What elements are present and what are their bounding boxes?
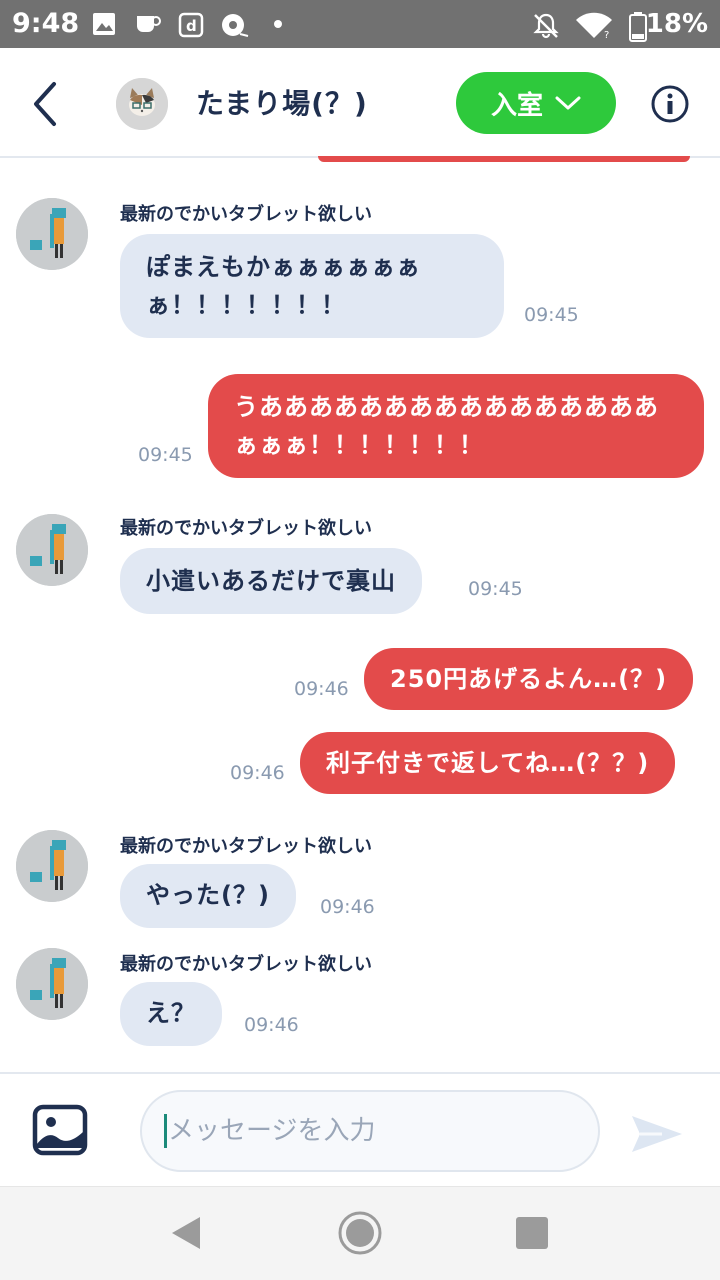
chevron-left-icon[interactable] <box>22 76 72 132</box>
send-icon[interactable] <box>628 1112 684 1156</box>
avatar[interactable] <box>16 198 88 270</box>
dot-icon <box>274 20 282 28</box>
message-bubble-outgoing[interactable]: うああああああああああああああああぁぁぁ！！！！！！！ <box>208 374 704 478</box>
nav-recents-icon[interactable] <box>516 1217 548 1249</box>
mute-bell-icon <box>533 13 559 39</box>
sender-name: 最新のでかいタブレット欲しい <box>120 518 372 539</box>
info-icon[interactable] <box>650 84 690 124</box>
avatar[interactable] <box>16 514 88 586</box>
user-avatar-icon <box>16 830 88 902</box>
message-bubble-outgoing[interactable]: 利子付きで返してね…(？？) <box>300 732 676 794</box>
sender-name: 最新のでかいタブレット欲しい <box>120 204 372 225</box>
room-title: たまり場(？) <box>196 87 368 120</box>
avatar[interactable] <box>16 948 88 1020</box>
sender-name: 最新のでかいタブレット欲しい <box>120 954 372 975</box>
message-time: 09:46 <box>294 678 349 700</box>
message-time: 09:45 <box>468 578 523 600</box>
message-bubble[interactable]: ぽまえもかぁぁぁぁぁぁぁ！！！！！！！ <box>120 234 504 338</box>
user-avatar-icon <box>16 514 88 586</box>
user-avatar-icon <box>16 948 88 1020</box>
avatar[interactable] <box>16 830 88 902</box>
message-input[interactable] <box>140 1090 600 1172</box>
svg-text:?: ? <box>604 30 609 40</box>
image-icon[interactable] <box>32 1104 88 1158</box>
room-avatar[interactable] <box>116 78 168 130</box>
enter-room-button[interactable]: 入室 <box>456 72 616 134</box>
nav-back-icon[interactable] <box>170 1215 202 1251</box>
message-bubble-outgoing[interactable]: 250円あげるよん…(？) <box>364 648 694 710</box>
record-icon <box>222 14 249 37</box>
chat-header: たまり場(？) 入室 <box>0 48 720 158</box>
text-caret <box>164 1114 167 1148</box>
status-bar: 9:48 d ? 18% <box>0 0 720 48</box>
message-time: 09:46 <box>320 896 375 918</box>
chevron-down-icon <box>555 96 581 110</box>
message-time: 09:46 <box>244 1014 299 1036</box>
d-app-icon: d <box>178 12 204 38</box>
nav-home-icon[interactable] <box>336 1209 384 1257</box>
gallery-icon <box>93 13 115 35</box>
enter-room-label: 入室 <box>490 90 543 121</box>
message-input-bar <box>0 1072 720 1186</box>
battery-percent: 18% <box>645 9 708 39</box>
previous-message-bubble-edge <box>318 156 690 162</box>
svg-text:d: d <box>186 17 197 35</box>
cup-icon <box>137 16 161 32</box>
message-time: 09:45 <box>524 304 579 326</box>
status-time: 9:48 <box>12 8 80 39</box>
cat-icon <box>116 78 168 130</box>
message-time: 09:46 <box>230 762 285 784</box>
message-bubble[interactable]: え？ <box>120 982 222 1046</box>
message-bubble[interactable]: 小遣いあるだけで裏山 <box>120 548 422 614</box>
message-bubble[interactable]: やった(？) <box>120 864 296 928</box>
message-time: 09:45 <box>138 444 193 466</box>
wifi-icon: ? <box>576 12 612 40</box>
user-avatar-icon <box>16 198 88 270</box>
system-navigation-bar <box>0 1186 720 1280</box>
sender-name: 最新のでかいタブレット欲しい <box>120 836 372 857</box>
